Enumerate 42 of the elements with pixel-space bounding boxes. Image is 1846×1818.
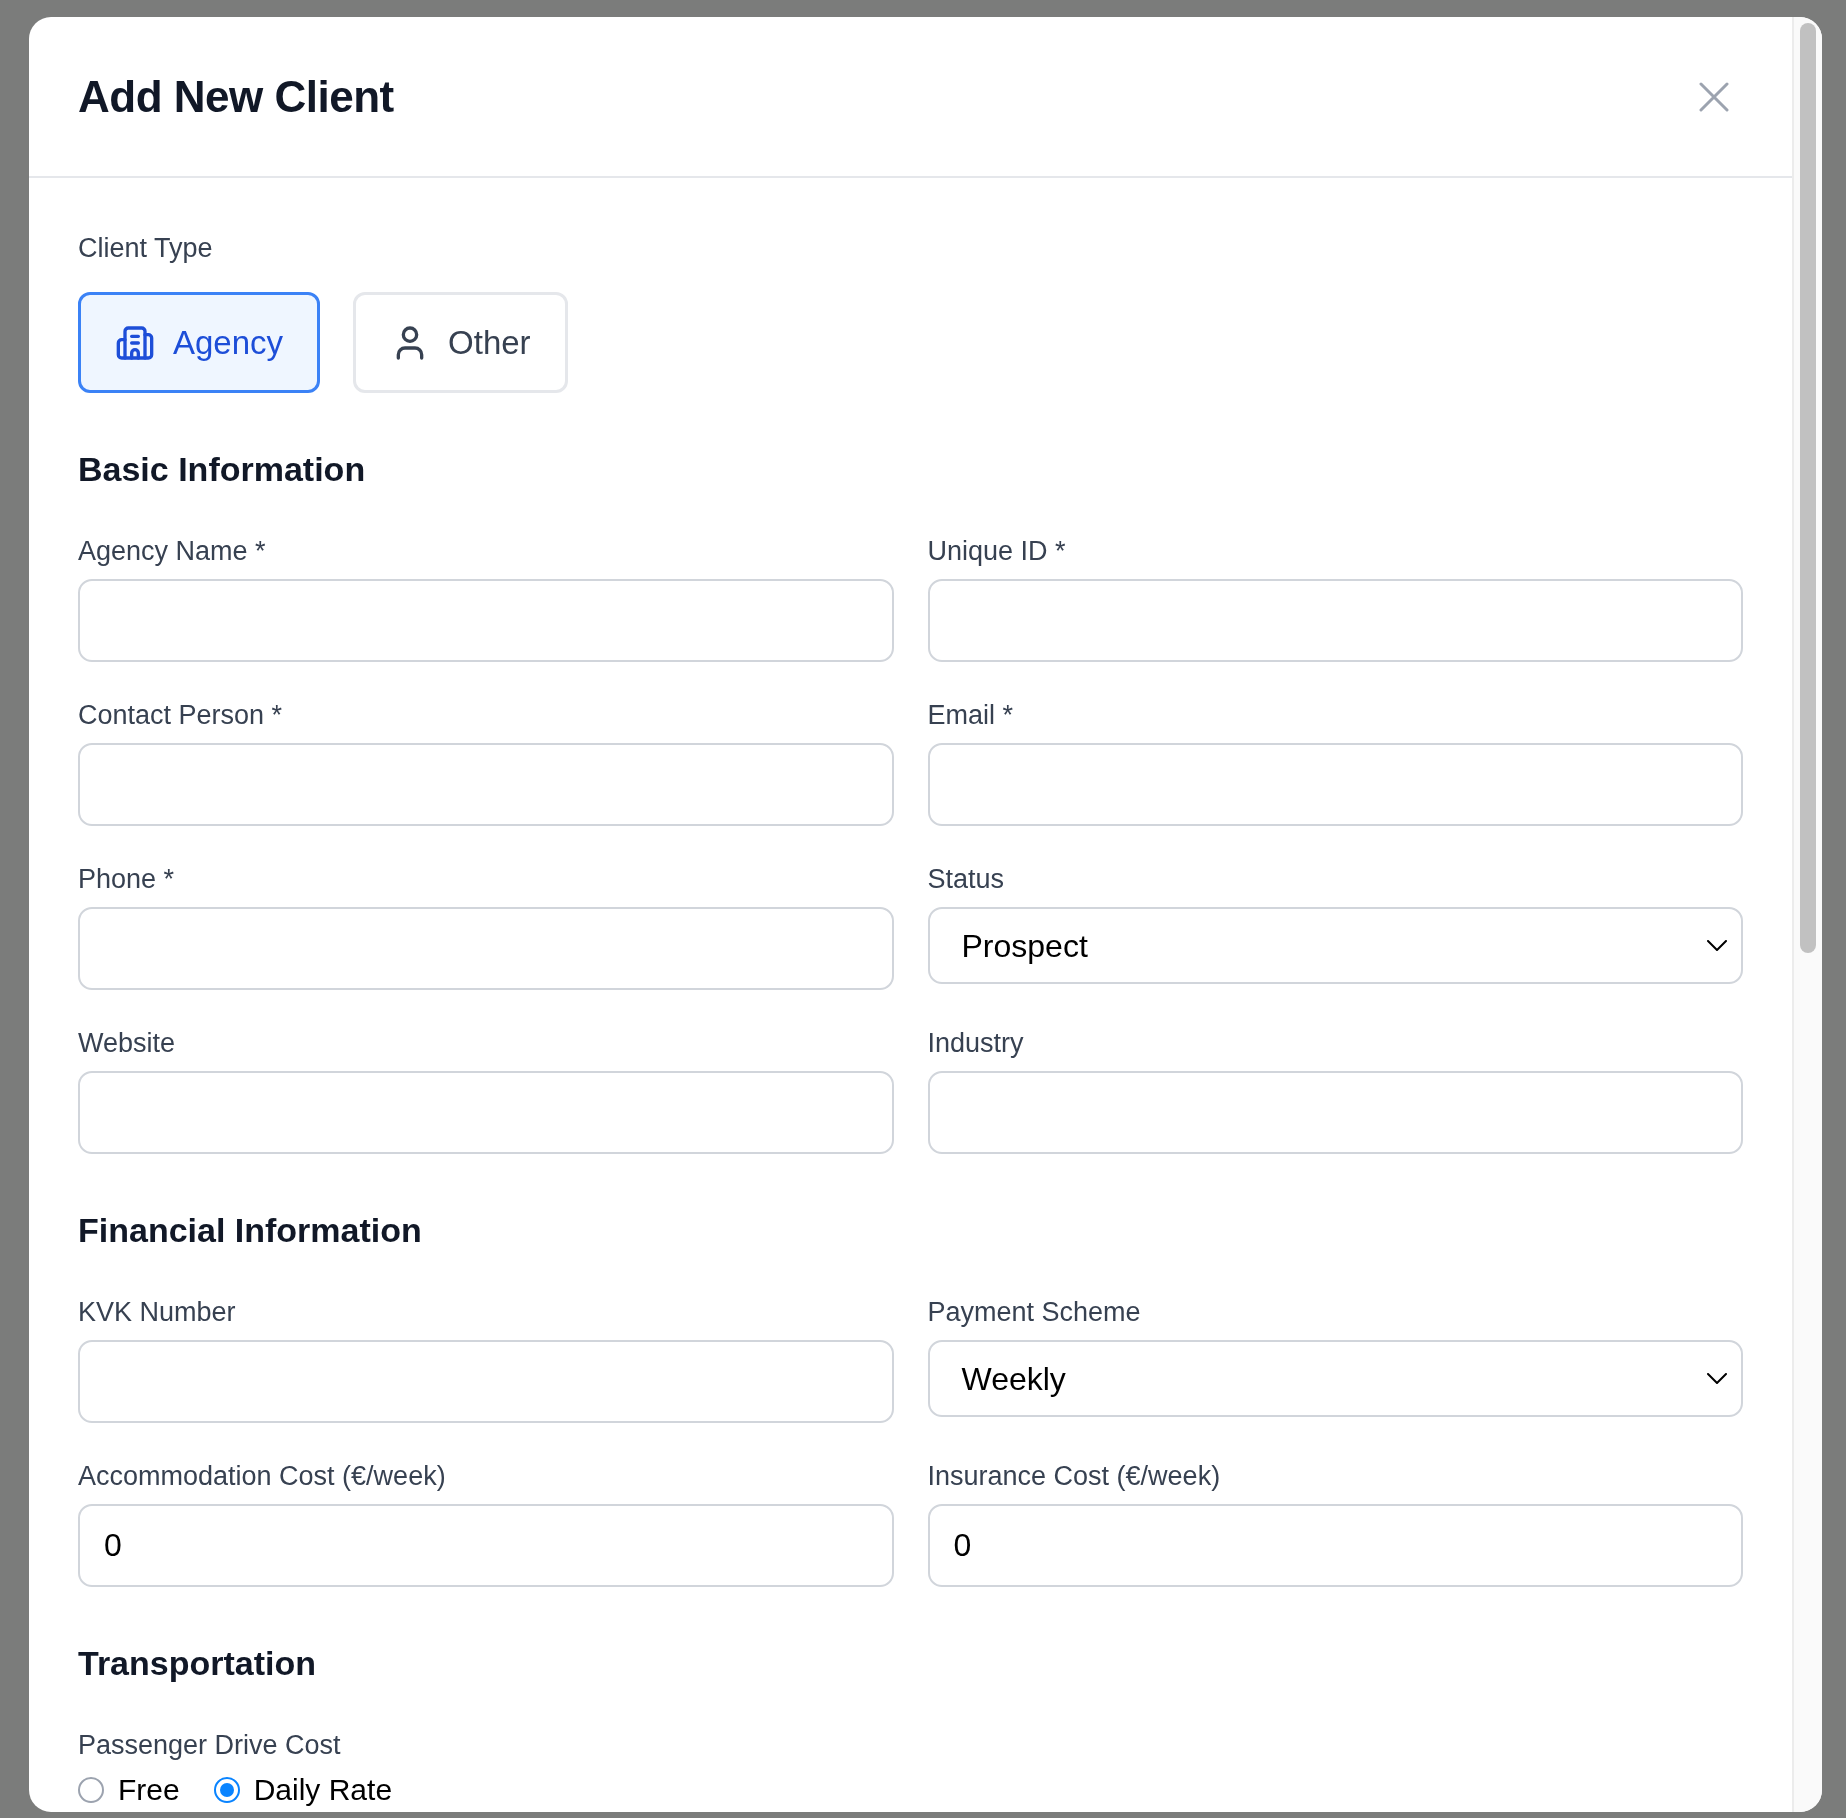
field-label: Email * — [927, 699, 1014, 731]
field-label: Insurance Cost (€/week) — [927, 1460, 1221, 1492]
client-type-toggle[interactable]: Agency — [78, 292, 321, 393]
radio-option[interactable]: Free — [78, 1773, 180, 1807]
input-field[interactable] — [78, 579, 894, 662]
field-label: Contact Person * — [78, 699, 283, 731]
field-label: Industry — [927, 1027, 1024, 1059]
section-heading: Financial Information — [78, 1210, 422, 1250]
input-field[interactable] — [78, 1340, 894, 1423]
section-heading: Basic Information — [78, 449, 366, 489]
field-label: Agency Name * — [78, 535, 266, 567]
field-label: Website — [78, 1027, 176, 1059]
chevron-down-icon — [1707, 940, 1727, 951]
input-field[interactable] — [927, 743, 1743, 826]
input-field[interactable] — [78, 1071, 894, 1154]
input-field[interactable] — [927, 1071, 1743, 1154]
radio-button[interactable] — [213, 1777, 240, 1803]
field-label: KVK Number — [78, 1296, 236, 1328]
select-field[interactable]: Prospect — [927, 907, 1743, 984]
radio-option[interactable]: Daily Rate — [213, 1773, 393, 1807]
input-field[interactable]: 0 — [78, 1504, 894, 1587]
input-field[interactable] — [78, 743, 894, 826]
chevron-down-icon — [1707, 1373, 1727, 1384]
field-label: Payment Scheme — [927, 1296, 1141, 1328]
radio-label: Daily Rate — [253, 1773, 393, 1807]
field-label: Accommodation Cost (€/week) — [78, 1460, 446, 1492]
field-label: Phone * — [78, 863, 175, 895]
input-field[interactable] — [927, 579, 1743, 662]
input-field[interactable] — [78, 907, 894, 990]
client-type-label: Client Type — [78, 232, 213, 264]
field-label: Unique ID * — [927, 535, 1066, 567]
input-field[interactable]: 0 — [927, 1504, 1743, 1587]
radio-button[interactable] — [78, 1777, 104, 1803]
client-type-toggle[interactable]: Other — [353, 292, 568, 393]
field-label: Passenger Drive Cost — [78, 1729, 341, 1761]
radio-label: Free — [118, 1773, 180, 1807]
dialog-title: Add New Client — [78, 70, 394, 123]
field-label: Status — [927, 863, 1005, 895]
close-icon — [1699, 81, 1729, 112]
scrollbar-thumb[interactable] — [1800, 23, 1816, 953]
select-field[interactable]: Weekly — [927, 1340, 1743, 1417]
section-heading: Transportation — [78, 1643, 317, 1683]
